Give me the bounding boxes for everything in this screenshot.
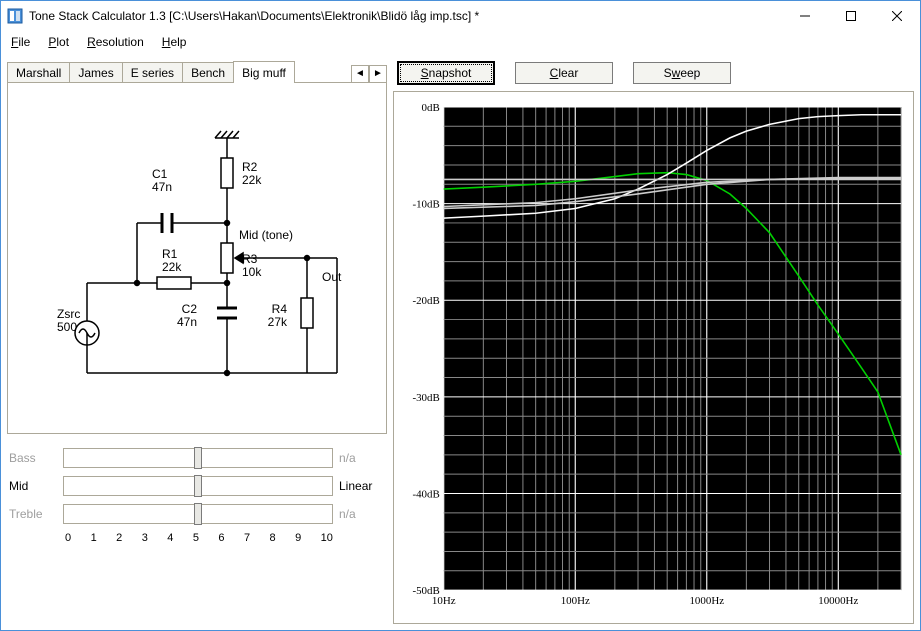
menu-help[interactable]: Help <box>162 35 187 49</box>
tab-scroll-right[interactable]: ► <box>369 65 387 83</box>
menu-file[interactable]: File <box>11 35 30 49</box>
svg-text:10Hz: 10Hz <box>432 595 456 607</box>
menu-plot[interactable]: Plot <box>48 35 69 49</box>
tab-james[interactable]: James <box>69 62 122 83</box>
menubar: File Plot Resolution Help <box>1 31 920 53</box>
svg-text:-30dB: -30dB <box>412 392 439 404</box>
bass-label: Bass <box>9 451 57 465</box>
svg-text:10k: 10k <box>242 265 262 279</box>
window-title: Tone Stack Calculator 1.3 [C:\Users\Haka… <box>29 9 479 23</box>
svg-text:22k: 22k <box>162 260 182 274</box>
svg-text:Mid (tone): Mid (tone) <box>239 228 293 242</box>
tab-e-series[interactable]: E series <box>122 62 183 83</box>
tab-big-muff[interactable]: Big muff <box>233 61 295 83</box>
tab-bench[interactable]: Bench <box>182 62 234 83</box>
tab-marshall[interactable]: Marshall <box>7 62 70 83</box>
bode-plot[interactable]: 0dB-10dB-20dB-30dB-40dB-50dB10Hz100Hz100… <box>400 98 907 617</box>
graph-panel: 0dB-10dB-20dB-30dB-40dB-50dB10Hz100Hz100… <box>393 91 914 624</box>
svg-text:C1: C1 <box>152 167 168 181</box>
svg-text:-10dB: -10dB <box>412 199 439 211</box>
svg-text:1000Hz: 1000Hz <box>689 595 724 607</box>
svg-text:47n: 47n <box>177 315 197 329</box>
treble-label: Treble <box>9 507 57 521</box>
svg-text:R2: R2 <box>242 160 258 174</box>
svg-text:Zsrc: Zsrc <box>57 307 80 321</box>
titlebar: Tone Stack Calculator 1.3 [C:\Users\Haka… <box>1 1 920 31</box>
menu-resolution[interactable]: Resolution <box>87 35 144 49</box>
treble-slider <box>63 504 333 524</box>
mid-value: Linear <box>339 479 385 493</box>
snapshot-button[interactable]: Snapshot <box>397 61 495 85</box>
minimize-button[interactable] <box>782 1 828 31</box>
svg-text:47n: 47n <box>152 180 172 194</box>
svg-text:27k: 27k <box>268 315 288 329</box>
bass-value: n/a <box>339 451 385 465</box>
svg-text:R4: R4 <box>272 302 288 316</box>
svg-text:R1: R1 <box>162 247 178 261</box>
svg-text:10000Hz: 10000Hz <box>818 595 858 607</box>
slider-scale: 0 1 2 3 4 5 6 7 8 9 10 <box>65 532 333 544</box>
svg-text:22k: 22k <box>242 173 262 187</box>
bass-slider <box>63 448 333 468</box>
sweep-button[interactable]: Sweep <box>633 62 731 84</box>
treble-value: n/a <box>339 507 385 521</box>
svg-text:0dB: 0dB <box>422 102 440 114</box>
mid-label: Mid <box>9 479 57 493</box>
svg-text:R3: R3 <box>242 252 258 266</box>
svg-text:C2: C2 <box>182 302 198 316</box>
app-icon <box>7 8 23 24</box>
circuit-schematic[interactable]: R1 22k C1 47n <box>27 93 367 423</box>
circuit-panel: R1 22k C1 47n <box>7 82 387 434</box>
svg-text:-40dB: -40dB <box>412 488 439 500</box>
svg-text:100Hz: 100Hz <box>561 595 590 607</box>
mid-slider[interactable] <box>63 476 333 496</box>
maximize-button[interactable] <box>828 1 874 31</box>
svg-text:-20dB: -20dB <box>412 295 439 307</box>
svg-text:500: 500 <box>57 320 77 334</box>
svg-text:Out: Out <box>322 270 342 284</box>
graph-toolbar: Snapshot Clear Sweep <box>393 59 914 91</box>
circuit-tabs: Marshall James E series Bench Big muff ◄… <box>7 59 387 83</box>
tab-scroll-left[interactable]: ◄ <box>351 65 369 83</box>
clear-button[interactable]: Clear <box>515 62 613 84</box>
close-button[interactable] <box>874 1 920 31</box>
controls-panel: Bass n/a Mid Linear Treble n/a 0 1 2 3 4… <box>7 446 387 546</box>
